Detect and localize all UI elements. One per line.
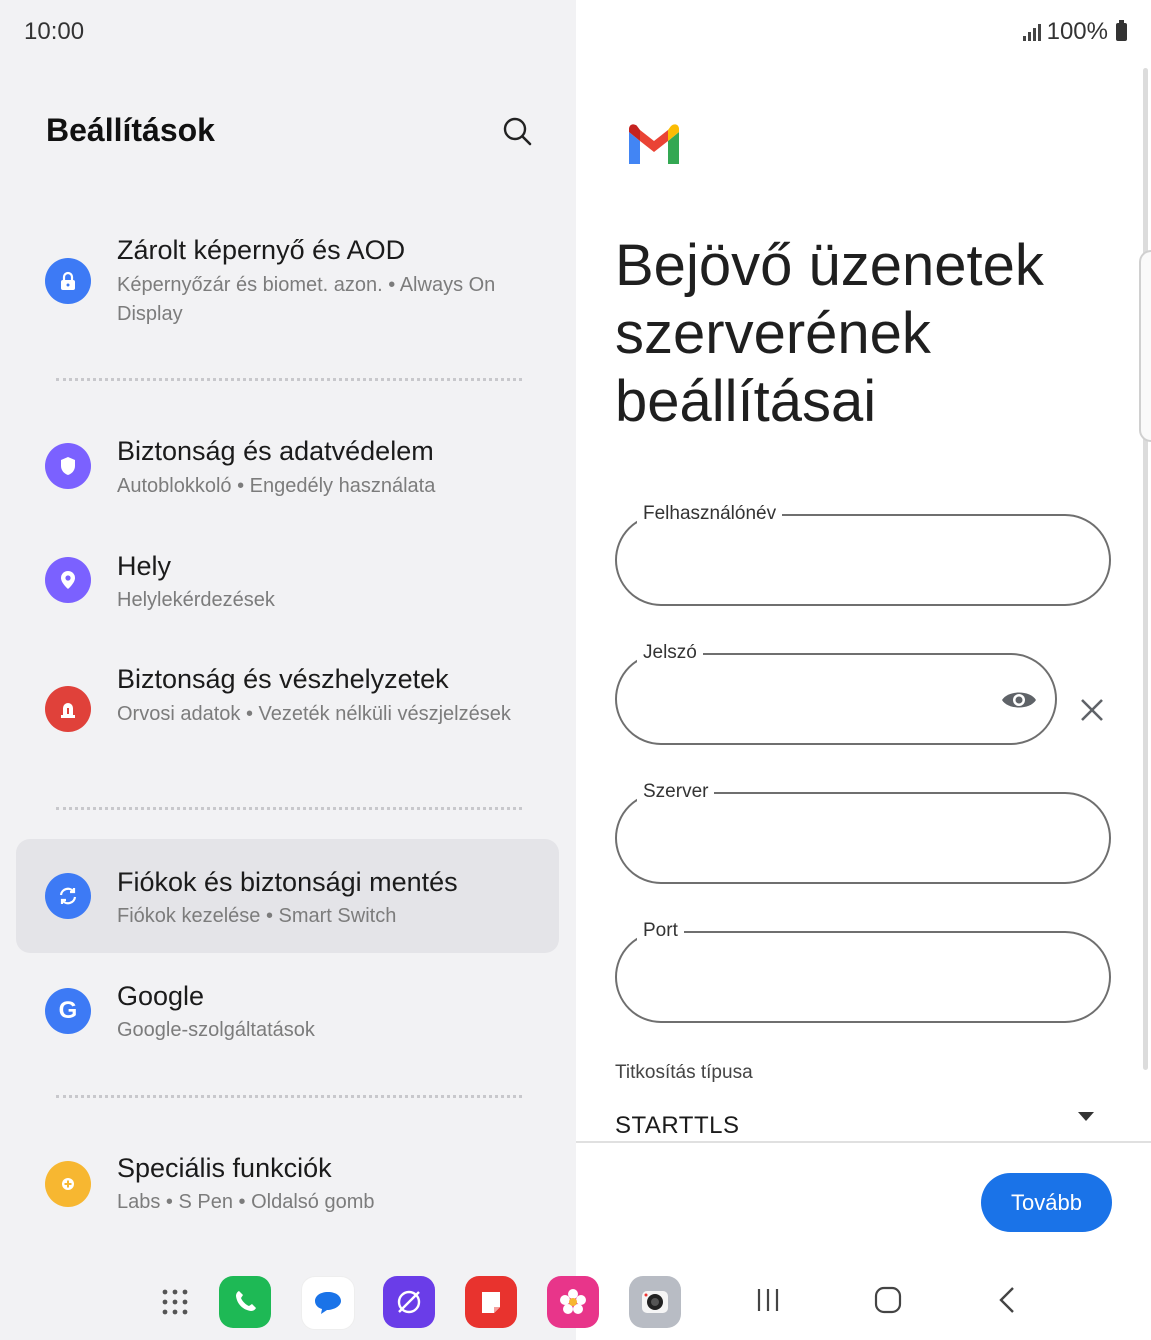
settings-item-lock-screen[interactable]: Zárolt képernyő és AOD Képernyőzár és bi… (16, 225, 559, 335)
phone-icon (236, 1291, 256, 1311)
item-title: Fiókok és biztonsági mentés (117, 867, 458, 897)
encryption-type-label: Titkosítás típusa (615, 1062, 753, 1083)
apps-grid-button[interactable] (149, 1276, 201, 1328)
item-title: Biztonság és vészhelyzetek (117, 664, 449, 694)
encryption-underline (576, 1141, 1151, 1143)
battery-icon (1116, 20, 1127, 41)
next-button[interactable]: Tovább (981, 1173, 1112, 1232)
port-field[interactable]: Port (615, 920, 1111, 1023)
settings-item-advanced-features[interactable]: Speciális funkciók Labs • S Pen • Oldals… (16, 1147, 559, 1227)
password-input[interactable] (641, 677, 995, 723)
sync-icon (45, 873, 91, 919)
notes-app[interactable] (465, 1276, 517, 1328)
password-field[interactable]: Jelszó (615, 642, 1057, 745)
divider (56, 1095, 522, 1098)
divider (56, 807, 522, 810)
item-subtitle: Helylekérdezések (117, 589, 275, 611)
battery-percent: 100% (1046, 18, 1108, 45)
google-g-icon: G (45, 988, 91, 1034)
settings-item-google[interactable]: G Google Google-szolgáltatások (16, 975, 559, 1055)
scrollbar[interactable] (1143, 68, 1148, 1070)
username-label: Felhasználónév (637, 503, 783, 525)
page-title: Beállítások (46, 112, 215, 148)
home-icon (874, 1286, 902, 1314)
username-field[interactable]: Felhasználónév (615, 503, 1111, 606)
port-input[interactable] (641, 955, 1065, 1001)
gallery-app[interactable] (547, 1276, 599, 1328)
item-subtitle: Fiókok kezelése • Smart Switch (117, 905, 397, 927)
port-label: Port (637, 920, 684, 942)
item-title: Zárolt képernyő és AOD (117, 235, 406, 265)
item-subtitle: Google-szolgáltatások (117, 1019, 315, 1041)
item-subtitle: Labs • S Pen • Oldalsó gomb (117, 1191, 375, 1213)
shield-icon (45, 443, 91, 489)
show-password-button[interactable] (999, 683, 1039, 717)
back-icon (999, 1287, 1014, 1313)
item-subtitle: Orvosi adatok • Vezeték nélküli vészjelz… (117, 703, 511, 725)
signal-icon (1022, 23, 1041, 41)
settings-item-security-privacy[interactable]: Biztonság és adatvédelem Autoblokkoló • … (16, 430, 559, 505)
location-pin-icon (45, 557, 91, 603)
item-title: Speciális funkciók (117, 1153, 332, 1183)
settings-item-location[interactable]: Hely Helylekérdezések (16, 543, 559, 623)
eye-icon (1002, 692, 1036, 708)
encryption-type-select[interactable]: STARTTLS (615, 1112, 739, 1140)
recents-icon (757, 1289, 779, 1311)
camera-icon (642, 1291, 668, 1313)
apps-grid-icon (162, 1289, 188, 1315)
status-indicators: 100% (1022, 18, 1127, 46)
gallery-icon (560, 1289, 586, 1314)
gmail-logo-icon (629, 124, 679, 164)
gear-plus-icon (45, 1161, 91, 1207)
clear-password-button[interactable] (1076, 694, 1108, 726)
item-title: Hely (117, 551, 172, 581)
camera-app[interactable] (629, 1276, 681, 1328)
server-label: Szerver (637, 781, 715, 803)
server-field[interactable]: Szerver (615, 781, 1111, 884)
item-subtitle: Autoblokkoló • Engedély használata (117, 475, 436, 497)
item-title: Biztonság és adatvédelem (117, 436, 434, 466)
settings-item-safety-emergency[interactable]: Biztonság és vészhelyzetek Orvosi adatok… (16, 658, 559, 768)
status-time: 10:00 (24, 18, 85, 45)
settings-item-accounts-backup[interactable]: Fiókok és biztonsági mentés Fiókok kezel… (16, 839, 559, 953)
recents-nav-button[interactable] (748, 1280, 788, 1320)
phone-app[interactable] (219, 1276, 271, 1328)
home-nav-button[interactable] (868, 1280, 908, 1320)
notes-icon (482, 1292, 500, 1313)
server-input[interactable] (641, 816, 1065, 862)
messages-icon (315, 1292, 341, 1314)
edge-panel-handle[interactable] (1139, 250, 1151, 442)
back-nav-button[interactable] (988, 1280, 1028, 1320)
divider (56, 378, 522, 381)
dropdown-arrow-icon[interactable] (1078, 1112, 1094, 1121)
messages-app[interactable] (301, 1276, 355, 1330)
username-input[interactable] (641, 538, 1065, 584)
search-button[interactable] (498, 112, 538, 152)
item-subtitle: Képernyőzár és biomet. azon. • Always On… (117, 274, 496, 325)
emergency-siren-icon (45, 686, 91, 732)
page-heading: Bejövő üzenetek szerverének beállításai (615, 233, 1044, 434)
password-label: Jelszó (637, 642, 703, 664)
search-icon (503, 117, 532, 146)
close-icon (1081, 699, 1103, 721)
lock-icon (45, 258, 91, 304)
browser-app[interactable] (383, 1276, 435, 1328)
taskbar (0, 1260, 1151, 1340)
item-title: Google (117, 981, 205, 1011)
browser-icon (397, 1290, 421, 1314)
settings-panel: 10:00 Beállítások Zárolt képernyő és AOD… (0, 0, 576, 1340)
